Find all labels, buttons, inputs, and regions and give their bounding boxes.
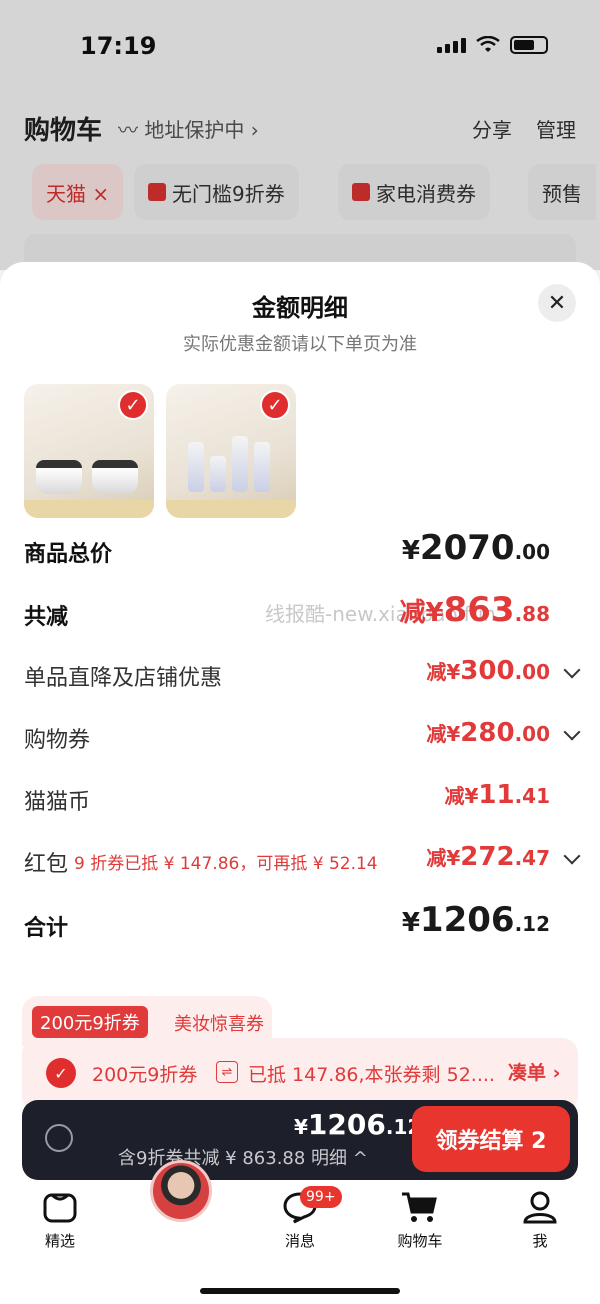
selected-check-icon[interactable]: ✓	[118, 390, 148, 420]
sheet-subtitle: 实际优惠金额请以下单页为准	[183, 334, 417, 355]
product-jar	[92, 460, 138, 494]
tab-home[interactable]: 精选	[20, 1230, 100, 1251]
voucher-amount: 减¥280.00	[426, 718, 550, 748]
hongbao-label: 红包	[24, 852, 69, 877]
cart-icon[interactable]	[400, 1190, 438, 1224]
dim-overlay[interactable]	[0, 0, 600, 270]
product-bottle	[188, 442, 204, 492]
product-footer-strip	[166, 500, 296, 518]
product-jar	[36, 460, 82, 494]
product-bottle	[210, 456, 226, 492]
voucher-label: 购物券	[24, 728, 91, 753]
reduce-amount: 减¥863.88	[399, 590, 550, 630]
add-items-link[interactable]: 凑单 ›	[508, 1058, 560, 1085]
tab-messages[interactable]: 消息	[260, 1230, 340, 1251]
coupon-section-title: 美妆惊喜券	[174, 1014, 264, 1035]
selected-check-icon[interactable]: ✓	[260, 390, 290, 420]
product-bottle	[254, 442, 270, 492]
swap-icon[interactable]: ⇌	[216, 1061, 238, 1083]
product-footer-strip	[24, 500, 154, 518]
sum-amount: ¥1206.12	[401, 900, 550, 940]
product-bottle	[232, 436, 248, 492]
checkout-button[interactable]: 领券结算 2	[412, 1106, 570, 1172]
coupon-name: 200元9折券	[92, 1064, 198, 1086]
checkout-total: ¥1206.12	[294, 1108, 422, 1141]
home-icon[interactable]	[42, 1190, 78, 1224]
message-badge: 99+	[300, 1186, 342, 1208]
coupon-pill: 200元9折券	[32, 1006, 148, 1038]
product-thumbnail[interactable]: ✓	[24, 384, 154, 518]
home-indicator	[200, 1288, 400, 1294]
sheet-title: 金额明细	[252, 294, 348, 322]
coupon-check-icon[interactable]: ✓	[46, 1058, 76, 1088]
coupon-description: 已抵 147.86,本张券剩 52....	[248, 1064, 495, 1086]
hongbao-note: 9 折券已抵 ¥ 147.86，可再抵 ¥ 52.14	[74, 854, 378, 874]
store-discount-label: 单品直降及店铺优惠	[24, 666, 223, 691]
store-discount-amount: 减¥300.00	[426, 656, 550, 686]
avatar[interactable]	[150, 1160, 212, 1222]
product-thumbnail[interactable]: ✓	[166, 384, 296, 518]
checkout-detail-toggle[interactable]: 含9折券共减 ¥ 863.88 明细 ^	[118, 1144, 368, 1170]
total-amount: ¥2070.00	[401, 528, 550, 568]
hongbao-amount: 减¥272.47	[426, 842, 550, 872]
tab-me[interactable]: 我	[500, 1230, 580, 1251]
profile-icon[interactable]	[522, 1190, 558, 1224]
total-label: 商品总价	[24, 542, 113, 567]
reduce-label: 共减	[24, 605, 69, 630]
close-button[interactable]: ✕	[538, 284, 576, 322]
coin-amount: 减¥11.41	[444, 780, 550, 810]
coin-label: 猫猫币	[24, 790, 91, 815]
select-all-radio[interactable]	[45, 1124, 73, 1152]
sum-label: 合计	[24, 916, 69, 941]
close-icon: ✕	[547, 290, 567, 316]
tab-cart[interactable]: 购物车	[380, 1230, 460, 1251]
